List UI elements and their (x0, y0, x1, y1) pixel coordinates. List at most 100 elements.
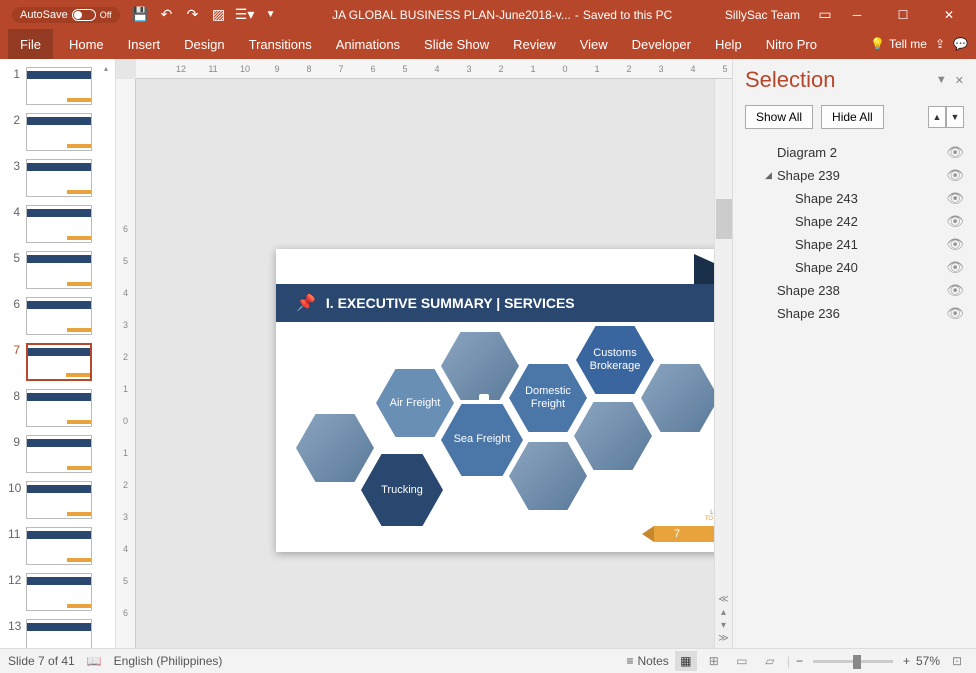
selection-item[interactable]: Shape 242👁 (745, 210, 964, 233)
thumb-scroll-up-icon[interactable]: ▴ (99, 61, 113, 75)
maximize-button[interactable]: ☐ (880, 0, 926, 29)
thumb-preview[interactable] (26, 113, 92, 151)
hex-trucking[interactable]: Trucking (361, 454, 443, 526)
start-from-beginning-icon[interactable]: ▨ (210, 6, 228, 24)
undo-icon[interactable]: ↶ (158, 6, 176, 24)
selection-item[interactable]: Shape 240👁 (745, 256, 964, 279)
zoom-out-button[interactable]: − (796, 654, 803, 668)
visibility-eye-icon[interactable]: 👁 (946, 167, 964, 184)
spellcheck-icon[interactable]: 📖 (87, 654, 102, 668)
visibility-eye-icon[interactable]: 👁 (946, 305, 964, 322)
tab-review[interactable]: Review (501, 29, 568, 59)
selection-item[interactable]: Shape 236👁 (745, 302, 964, 325)
hex-sea[interactable]: Sea Freight (441, 404, 523, 476)
hex-air[interactable]: Air Freight (376, 369, 454, 437)
thumb-preview[interactable] (26, 527, 92, 565)
tab-developer[interactable]: Developer (620, 29, 703, 59)
tab-home[interactable]: Home (57, 29, 116, 59)
list-icon[interactable]: ☰▾ (236, 6, 254, 24)
thumbnail-13[interactable]: 13 (0, 615, 115, 648)
user-name[interactable]: SillySac Team (725, 8, 800, 22)
zoom-slider[interactable] (813, 660, 893, 663)
thumbnail-panel[interactable]: ▴ 12345678910111213 (0, 59, 116, 648)
hex-domestic[interactable]: Domestic Freight (509, 364, 587, 432)
visibility-eye-icon[interactable]: 👁 (946, 144, 964, 161)
notes-button[interactable]: ≡ Notes (626, 654, 668, 668)
prev-slide-icon[interactable]: ≪ (718, 594, 728, 605)
zoom-slider-thumb[interactable] (853, 655, 861, 669)
tab-animations[interactable]: Animations (324, 29, 412, 59)
tell-me-search[interactable]: 💡 Tell me (870, 37, 927, 51)
hex-image-plane[interactable] (441, 332, 519, 400)
slide-title-bar[interactable]: 📌 I. EXECUTIVE SUMMARY | SERVICES (276, 284, 732, 322)
normal-view-button[interactable]: ▦ (675, 651, 697, 671)
selection-item[interactable]: Shape 238👁 (745, 279, 964, 302)
tab-help[interactable]: Help (703, 29, 754, 59)
visibility-eye-icon[interactable]: 👁 (946, 190, 964, 207)
hex-customs[interactable]: Customs Brokerage (576, 326, 654, 394)
thumbnail-8[interactable]: 8 (0, 385, 115, 431)
thumb-preview[interactable] (26, 297, 92, 335)
ribbon-options-icon[interactable]: ▭ (816, 6, 834, 24)
thumb-preview[interactable] (26, 159, 92, 197)
thumbnail-11[interactable]: 11 (0, 523, 115, 569)
selection-item[interactable]: ◢Shape 239👁 (745, 164, 964, 187)
tab-nitro[interactable]: Nitro Pro (754, 29, 829, 59)
send-backward-button[interactable]: ▼ (946, 106, 964, 128)
pane-close-icon[interactable]: ✕ (955, 74, 964, 87)
tab-insert[interactable]: Insert (116, 29, 173, 59)
thumb-preview[interactable] (26, 343, 92, 381)
hex-image-port[interactable] (509, 442, 587, 510)
slide-canvas[interactable]: 📌 I. EXECUTIVE SUMMARY | SERVICES Trucki… (276, 249, 732, 552)
pane-options-icon[interactable]: ▼ (936, 74, 947, 87)
slideshow-button[interactable]: ▱ (759, 651, 781, 671)
thumbnail-7[interactable]: 7 (0, 339, 115, 385)
scrollbar-thumb[interactable] (716, 199, 732, 239)
close-button[interactable]: ✕ (926, 0, 972, 29)
scroll-up-icon[interactable]: ▴ (721, 607, 726, 618)
thumb-preview[interactable] (26, 573, 92, 611)
vertical-scrollbar[interactable]: ≪ ▴ ▾ ≫ (714, 79, 732, 648)
minimize-button[interactable]: ─ (834, 0, 880, 29)
zoom-level[interactable]: 57% (916, 654, 940, 668)
thumbnail-9[interactable]: 9 (0, 431, 115, 477)
tab-slideshow[interactable]: Slide Show (412, 29, 501, 59)
selection-item[interactable]: Shape 243👁 (745, 187, 964, 210)
thumbnail-4[interactable]: 4 (0, 201, 115, 247)
thumbnail-6[interactable]: 6 (0, 293, 115, 339)
save-icon[interactable]: 💾 (132, 6, 150, 24)
tab-transitions[interactable]: Transitions (237, 29, 324, 59)
thumbnail-10[interactable]: 10 (0, 477, 115, 523)
comments-icon[interactable]: 💬 (953, 37, 968, 51)
thumbnail-3[interactable]: 3 (0, 155, 115, 201)
scroll-down-icon[interactable]: ▾ (721, 620, 726, 631)
thumbnail-2[interactable]: 2 (0, 109, 115, 155)
tab-design[interactable]: Design (172, 29, 236, 59)
slide-sorter-button[interactable]: ⊞ (703, 651, 725, 671)
redo-icon[interactable]: ↷ (184, 6, 202, 24)
hex-image-containers[interactable] (574, 402, 652, 470)
thumb-preview[interactable] (26, 389, 92, 427)
zoom-in-button[interactable]: + (903, 654, 910, 668)
thumbnail-5[interactable]: 5 (0, 247, 115, 293)
hexagon-diagram[interactable]: Trucking Air Freight Sea Freight Domesti… (291, 344, 732, 522)
thumb-preview[interactable] (26, 251, 92, 289)
thumbnail-12[interactable]: 12 (0, 569, 115, 615)
visibility-eye-icon[interactable]: 👁 (946, 236, 964, 253)
hex-image-hand[interactable] (641, 364, 719, 432)
reading-view-button[interactable]: ▭ (731, 651, 753, 671)
hide-all-button[interactable]: Hide All (821, 105, 884, 129)
thumb-preview[interactable] (26, 481, 92, 519)
thumb-preview[interactable] (26, 67, 92, 105)
selection-item[interactable]: Diagram 2👁 (745, 141, 964, 164)
visibility-eye-icon[interactable]: 👁 (946, 259, 964, 276)
bring-forward-button[interactable]: ▲ (928, 106, 946, 128)
slide-counter[interactable]: Slide 7 of 41 (8, 654, 75, 668)
autosave-toggle[interactable]: AutoSave Off (12, 7, 120, 23)
thumb-preview[interactable] (26, 205, 92, 243)
language-indicator[interactable]: English (Philippines) (114, 654, 223, 668)
visibility-eye-icon[interactable]: 👁 (946, 213, 964, 230)
visibility-eye-icon[interactable]: 👁 (946, 282, 964, 299)
thumbnail-1[interactable]: 1 (0, 63, 115, 109)
tab-view[interactable]: View (568, 29, 620, 59)
